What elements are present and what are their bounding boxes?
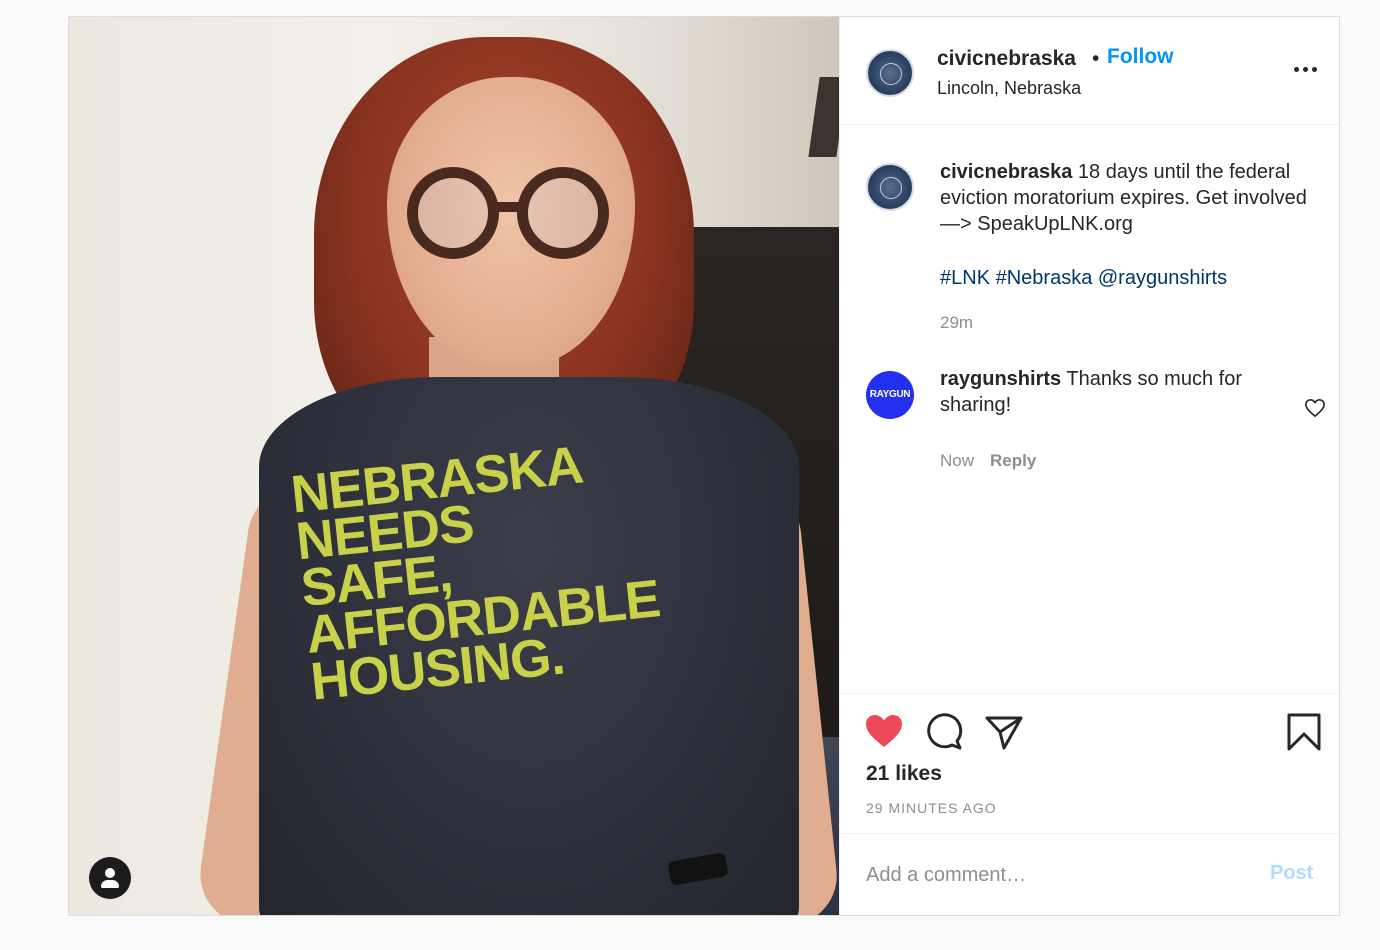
post-card: NEBRASKA NEEDS SAFE, AFFORDABLE HOUSING.… (68, 16, 1340, 916)
small-heart-icon[interactable] (1304, 398, 1326, 418)
comment-time[interactable]: Now (940, 451, 974, 470)
comments-list[interactable]: civicnebraska 18 days until the federal … (840, 125, 1340, 693)
author-username[interactable]: civicnebraska (937, 47, 1076, 71)
post-actions: 21 likes 29 MINUTES AGO (840, 693, 1340, 833)
shirt-slogan: NEBRASKA NEEDS SAFE, AFFORDABLE HOUSING. (288, 435, 663, 712)
more-icon[interactable] (1294, 59, 1320, 79)
commenter-username[interactable]: raygunshirts (940, 368, 1061, 390)
share-icon[interactable] (984, 712, 1024, 752)
post-comment-button[interactable]: Post (1270, 862, 1313, 885)
header-separator: • (1092, 47, 1100, 70)
caption-text: civicnebraska 18 days until the federal … (940, 159, 1320, 237)
post-header: civicnebraska • Follow Lincoln, Nebraska (840, 17, 1340, 125)
caption-avatar[interactable] (866, 163, 914, 211)
likes-count[interactable]: 21 likes (866, 762, 942, 786)
post-timestamp[interactable]: 29 MINUTES AGO (866, 800, 997, 816)
caption-tags: #LNK #Nebraska @raygunshirts (940, 267, 1227, 290)
heart-icon[interactable] (864, 712, 904, 752)
mention-raygunshirts[interactable]: @raygunshirts (1098, 267, 1227, 289)
hashtag-nebraska[interactable]: #Nebraska (996, 267, 1093, 289)
post-photo[interactable]: NEBRASKA NEEDS SAFE, AFFORDABLE HOUSING. (69, 17, 839, 915)
caption-username[interactable]: civicnebraska (940, 161, 1072, 183)
follow-button[interactable]: Follow (1107, 45, 1174, 69)
bookmark-icon[interactable] (1284, 712, 1324, 752)
comment-icon[interactable] (924, 712, 964, 752)
user-tag-icon[interactable] (89, 857, 131, 899)
post-side-panel: civicnebraska • Follow Lincoln, Nebraska… (839, 17, 1340, 915)
author-avatar[interactable] (866, 49, 914, 97)
commenter-avatar[interactable]: RAYGUN (866, 371, 914, 419)
comment-meta: Now Reply (940, 451, 1036, 471)
add-comment-bar: Post (840, 833, 1340, 915)
comment-text: raygunshirts Thanks so much for sharing! (940, 366, 1290, 418)
reply-button[interactable]: Reply (990, 451, 1036, 470)
post-location[interactable]: Lincoln, Nebraska (937, 78, 1081, 99)
caption-time[interactable]: 29m (940, 313, 973, 333)
hashtag-lnk[interactable]: #LNK (940, 267, 990, 289)
comment-input[interactable] (864, 856, 1248, 894)
